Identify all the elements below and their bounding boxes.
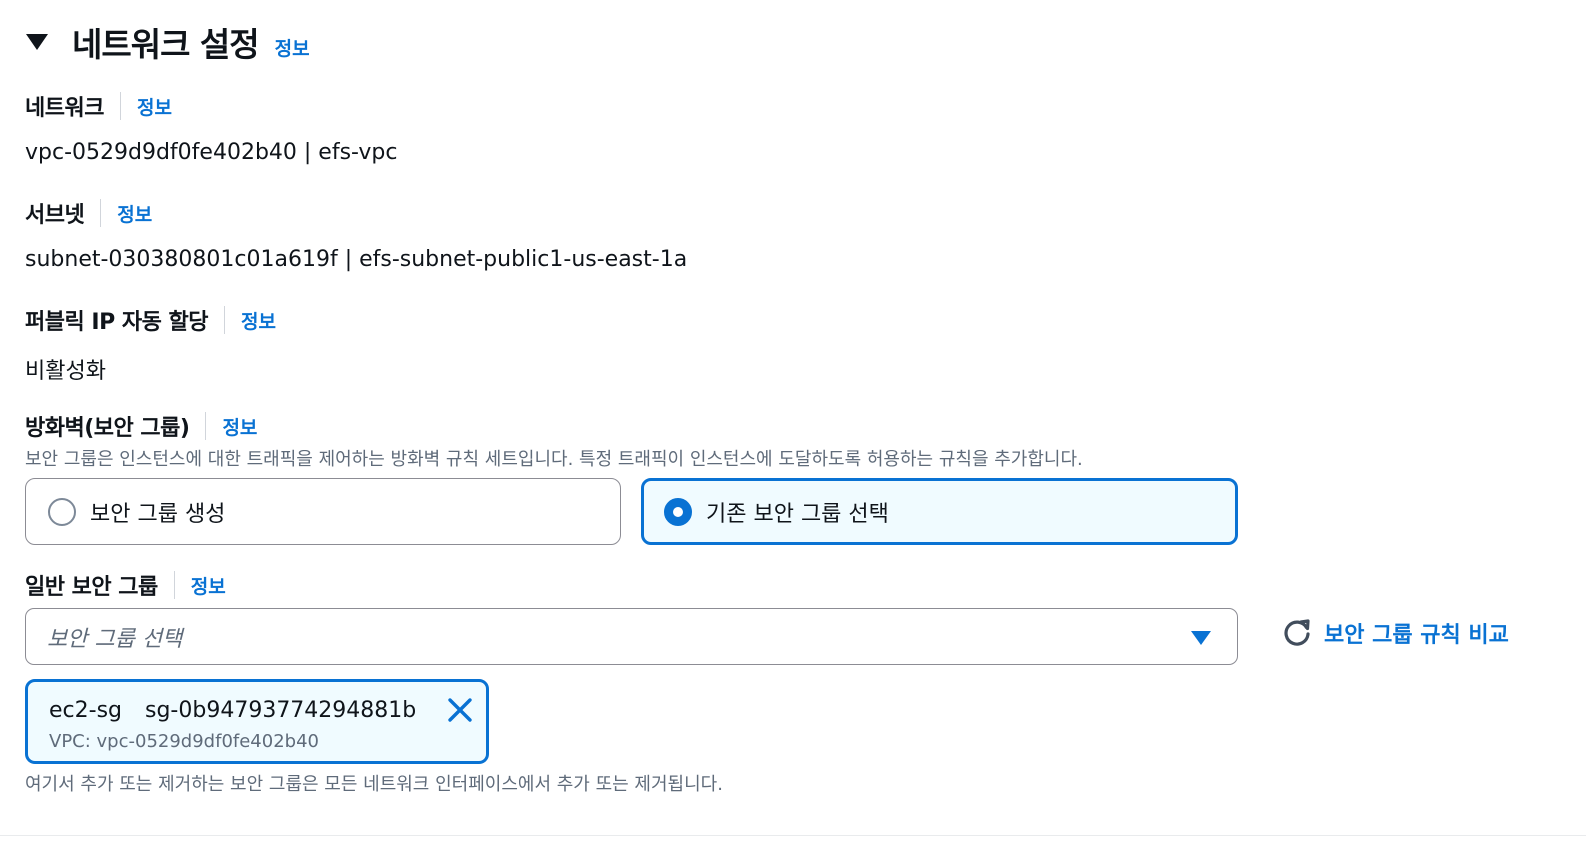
network-value: vpc-0529d9df0fe402b40 | efs-vpc	[25, 140, 398, 165]
refresh-icon	[1284, 619, 1310, 646]
create-sg-radio[interactable]	[48, 497, 76, 526]
security-group-note: 여기서 추가 또는 제거하는 보안 그룹은 모든 네트워크 인터페이스에서 추가…	[25, 774, 723, 795]
common-sg-info-link[interactable]: 정보	[191, 572, 226, 599]
security-group-select[interactable]: 보안 그룹 선택	[25, 608, 1238, 665]
compare-rules-label: 보안 그룹 규칙 비교	[1324, 623, 1509, 648]
existing-sg-radio[interactable]	[664, 497, 692, 526]
divider	[223, 306, 225, 334]
section-header: 네트워크 설정 정보	[26, 18, 310, 66]
selected-security-group-token: ec2-sg sg-0b94793774294881b VPC: vpc-052…	[25, 679, 489, 764]
firewall-info-link[interactable]: 정보	[222, 413, 257, 440]
token-sg-id: sg-0b94793774294881b	[145, 698, 417, 723]
create-security-group-tile[interactable]: 보안 그룹 생성	[25, 478, 621, 545]
subnet-label-row: 서브넷 정보	[25, 197, 152, 229]
public-ip-info-link[interactable]: 정보	[241, 307, 276, 334]
subnet-value: subnet-030380801c01a619f | efs-subnet-pu…	[25, 247, 688, 272]
panel-bottom-divider	[0, 835, 1586, 836]
network-label: 네트워크	[25, 96, 104, 121]
select-existing-security-group-tile[interactable]: 기존 보안 그룹 선택	[641, 478, 1238, 545]
network-label-row: 네트워크 정보	[25, 90, 172, 122]
token-vpc: VPC: vpc-0529d9df0fe402b40	[49, 731, 319, 752]
public-ip-value: 비활성화	[25, 359, 106, 384]
common-sg-label-row: 일반 보안 그룹 정보	[25, 569, 226, 601]
divider	[119, 92, 121, 120]
section-title: 네트워크 설정	[72, 25, 260, 64]
subnet-label: 서브넷	[25, 203, 85, 228]
collapse-caret-icon[interactable]	[26, 34, 48, 50]
close-icon[interactable]	[445, 695, 475, 725]
firewall-label: 방화벽(보안 그룹)	[25, 416, 190, 441]
divider	[205, 412, 207, 440]
common-sg-label: 일반 보안 그룹	[25, 575, 158, 600]
divider	[100, 199, 102, 227]
subnet-info-link[interactable]: 정보	[117, 200, 152, 227]
token-sg-name: ec2-sg	[49, 698, 122, 723]
network-info-link[interactable]: 정보	[137, 93, 172, 120]
firewall-label-row: 방화벽(보안 그룹) 정보	[25, 410, 257, 442]
firewall-description: 보안 그룹은 인스턴스에 대한 트래픽을 제어하는 방화벽 규칙 세트입니다. …	[25, 449, 1083, 470]
dropdown-caret-icon	[1191, 631, 1211, 645]
divider	[173, 571, 175, 599]
existing-sg-label: 기존 보안 그룹 선택	[706, 501, 889, 527]
public-ip-label: 퍼블릭 IP 자동 할당	[25, 310, 208, 335]
network-settings-panel: 네트워크 설정 정보 네트워크 정보 vpc-0529d9df0fe402b40…	[0, 0, 1586, 850]
section-info-link[interactable]: 정보	[275, 34, 310, 61]
public-ip-label-row: 퍼블릭 IP 자동 할당 정보	[25, 304, 276, 336]
compare-security-group-rules-button[interactable]: 보안 그룹 규칙 비교	[1282, 617, 1509, 649]
create-sg-label: 보안 그룹 생성	[90, 501, 226, 527]
security-group-select-placeholder: 보안 그룹 선택	[47, 626, 183, 652]
